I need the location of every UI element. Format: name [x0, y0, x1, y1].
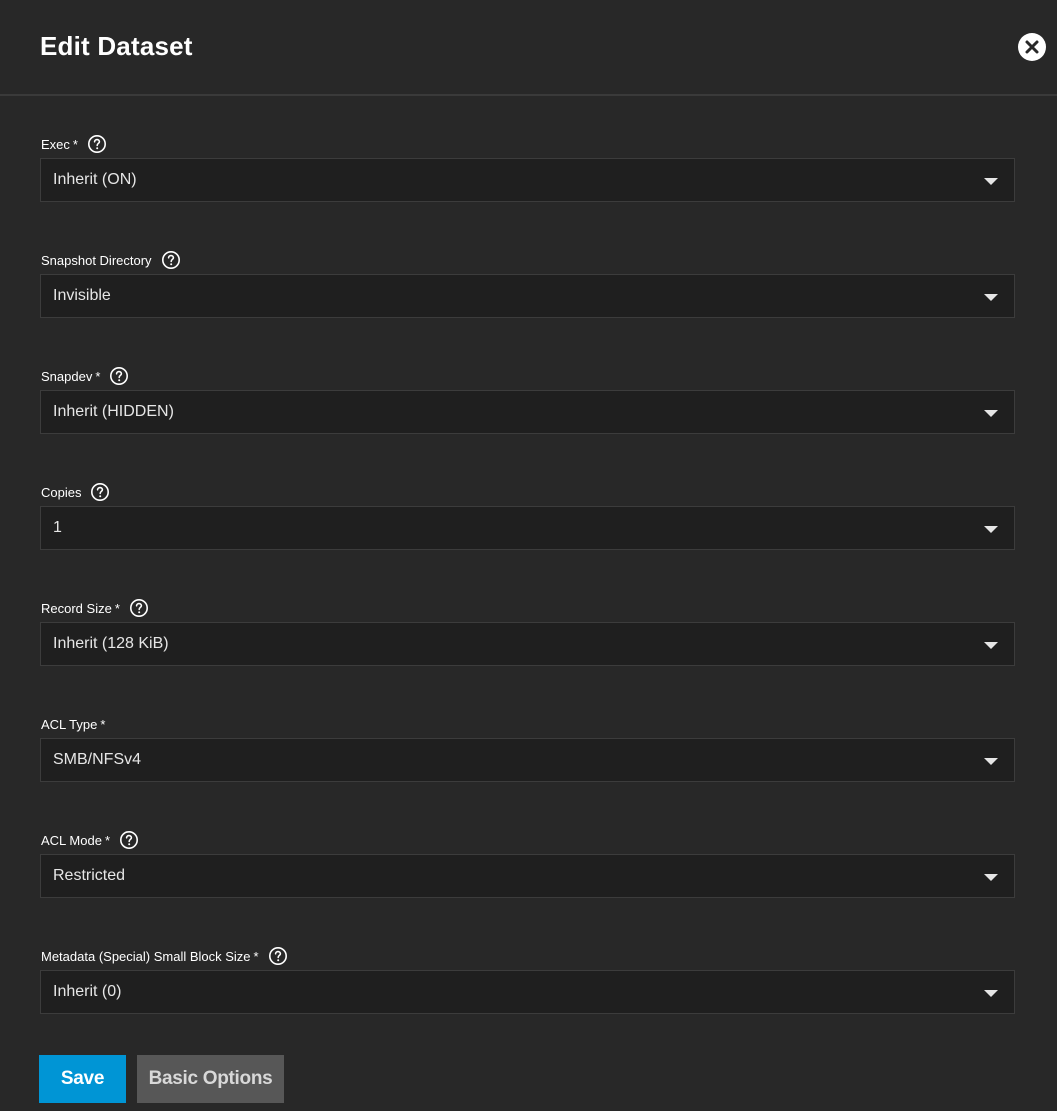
- dialog-title: Edit Dataset: [40, 31, 193, 61]
- caret-down-icon: [984, 874, 998, 881]
- field-label: Metadata (Special) Small Block Size *: [41, 944, 288, 968]
- required-marker: *: [72, 136, 78, 152]
- basic-options-button[interactable]: Basic Options: [137, 1055, 284, 1103]
- help-icon[interactable]: [161, 250, 181, 270]
- special-small-block-size-select[interactable]: Inherit (0): [40, 970, 1015, 1014]
- select-value: Invisible: [53, 287, 111, 304]
- required-marker: *: [104, 832, 110, 848]
- field-snapdev: Snapdev * Inherit (HIDDEN): [40, 364, 1015, 454]
- close-button[interactable]: [1018, 33, 1046, 61]
- field-exec: Exec * Inherit (ON): [40, 132, 1015, 222]
- required-marker: *: [95, 368, 101, 384]
- field-acl-type: ACL Type * SMB/NFSv4: [40, 712, 1015, 802]
- field-label-text: ACL Type: [41, 716, 98, 732]
- field-label: Record Size *: [41, 596, 149, 620]
- select-value: Inherit (ON): [53, 171, 137, 188]
- field-copies: Copies 1: [40, 480, 1015, 570]
- caret-down-icon: [984, 526, 998, 533]
- caret-down-icon: [984, 178, 998, 185]
- caret-down-icon: [984, 758, 998, 765]
- field-special-small-block-size: Metadata (Special) Small Block Size * In…: [40, 944, 1015, 1034]
- field-label: Copies: [41, 480, 110, 504]
- acl-mode-select[interactable]: Restricted: [40, 854, 1015, 898]
- caret-down-icon: [984, 410, 998, 417]
- required-marker: *: [114, 600, 120, 616]
- select-value: Inherit (0): [53, 983, 122, 1000]
- dialog-header: Edit Dataset: [0, 0, 1057, 96]
- field-label-text: Exec: [41, 136, 70, 152]
- select-value: 1: [53, 519, 62, 536]
- close-icon: [1025, 40, 1039, 54]
- field-label: Snapshot Directory: [41, 248, 181, 272]
- caret-down-icon: [984, 294, 998, 301]
- field-label: Snapdev *: [41, 364, 129, 388]
- copies-select[interactable]: 1: [40, 506, 1015, 550]
- field-label: ACL Mode *: [41, 828, 139, 852]
- snapshot-directory-select[interactable]: Invisible: [40, 274, 1015, 318]
- field-label-text: Metadata (Special) Small Block Size: [41, 948, 251, 964]
- field-label-text: Snapdev: [41, 368, 93, 384]
- field-label: ACL Type *: [41, 712, 105, 736]
- required-marker: *: [253, 948, 259, 964]
- help-icon[interactable]: [268, 946, 288, 966]
- field-label-text: Snapshot Directory: [41, 252, 152, 268]
- help-icon[interactable]: [87, 134, 107, 154]
- select-value: Inherit (128 KiB): [53, 635, 169, 652]
- field-acl-mode: ACL Mode * Restricted: [40, 828, 1015, 918]
- help-icon[interactable]: [109, 366, 129, 386]
- acl-type-select[interactable]: SMB/NFSv4: [40, 738, 1015, 782]
- field-record-size: Record Size * Inherit (128 KiB): [40, 596, 1015, 686]
- record-size-select[interactable]: Inherit (128 KiB): [40, 622, 1015, 666]
- caret-down-icon: [984, 990, 998, 997]
- field-snapshot-directory: Snapshot Directory Invisible: [40, 248, 1015, 338]
- select-value: Restricted: [53, 867, 126, 884]
- select-value: SMB/NFSv4: [53, 751, 142, 768]
- help-icon[interactable]: [129, 598, 149, 618]
- caret-down-icon: [984, 642, 998, 649]
- save-button[interactable]: Save: [39, 1055, 126, 1103]
- required-marker: *: [100, 716, 106, 732]
- field-label-text: ACL Mode: [41, 832, 102, 848]
- help-icon[interactable]: [90, 482, 110, 502]
- field-label-text: Record Size: [41, 600, 112, 616]
- snapdev-select[interactable]: Inherit (HIDDEN): [40, 390, 1015, 434]
- help-icon[interactable]: [119, 830, 139, 850]
- exec-select[interactable]: Inherit (ON): [40, 158, 1015, 202]
- select-value: Inherit (HIDDEN): [53, 403, 174, 420]
- field-label-text: Copies: [41, 484, 82, 500]
- field-label: Exec *: [41, 132, 107, 156]
